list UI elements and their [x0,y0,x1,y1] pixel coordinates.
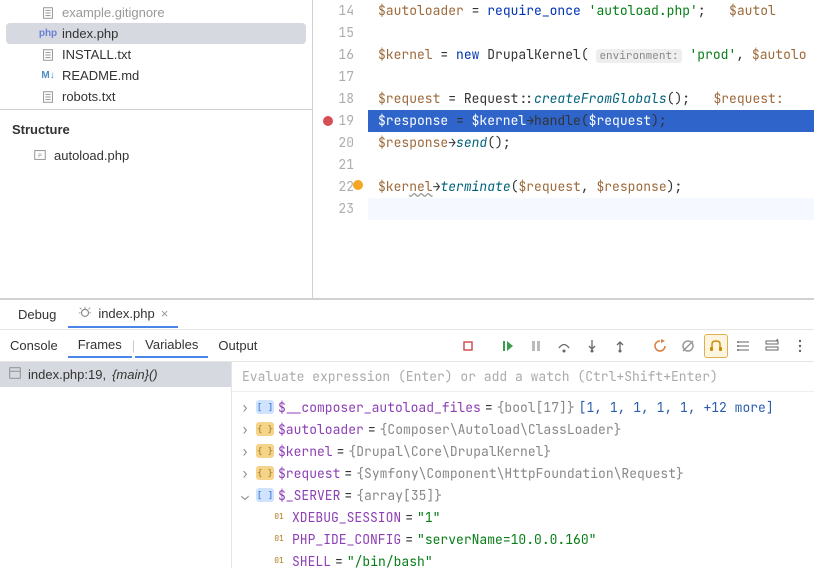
file-row[interactable]: INSTALL.txt [0,44,312,65]
step-over-button[interactable] [552,334,576,358]
file-name: robots.txt [62,89,115,104]
type-badge: [ ] [256,400,274,414]
file-name: example.gitignore [62,5,165,20]
text-file-icon [40,47,56,63]
expand-arrow-icon[interactable]: ⌄ [238,487,252,504]
php-file-icon: P [32,147,48,163]
variable-child-row[interactable]: 01 XDEBUG_SESSION = "1" [232,506,814,528]
view-breakpoints-button[interactable] [732,334,756,358]
evaluate-expression-input[interactable]: Evaluate expression (Enter) or add a wat… [232,362,814,392]
code-line [368,22,814,44]
more-button[interactable] [788,334,812,358]
code-line: $response→send(); [368,132,814,154]
debug-panel-tab[interactable]: Debug [8,303,66,326]
close-icon[interactable]: × [161,306,169,321]
type-badge: { } [256,422,274,436]
frame-function: {main}() [112,367,158,382]
text-file-icon [40,89,56,105]
code-editor[interactable]: 14151617181920212223 $autoloader = requi… [313,0,814,298]
expand-arrow-icon[interactable]: › [238,443,252,460]
pause-button[interactable] [524,334,548,358]
text-file-icon [40,5,56,21]
scalar-badge: 01 [270,554,288,568]
structure-item[interactable]: P autoload.php [12,145,300,165]
subtab-frames[interactable]: Frames [68,333,132,358]
variable-row[interactable]: ›{ } $request = {Symfony\Component\HttpF… [232,462,814,484]
expand-arrow-icon[interactable]: › [238,399,252,416]
structure-title: Structure [12,118,300,145]
step-into-button[interactable] [580,334,604,358]
file-row[interactable]: robots.txt [0,86,312,107]
listen-debug-button[interactable] [704,334,728,358]
code-line: $request = Request::createFromGlobals();… [368,88,814,110]
gutter: 14151617181920212223 [313,0,368,298]
type-badge: { } [256,444,274,458]
scalar-badge: 01 [270,532,288,546]
scalar-badge: 01 [270,510,288,524]
stop-button[interactable] [456,334,480,358]
code-line [368,198,814,220]
debug-session-tab[interactable]: index.php × [68,301,178,328]
markdown-icon: M↓ [40,68,56,84]
mute-breakpoints-button[interactable] [676,334,700,358]
variable-child-row[interactable]: 01 PHP_IDE_CONFIG = "serverName=10.0.0.1… [232,528,814,550]
frame-icon [8,366,22,383]
code-line: $response = $kernel→handle($request); [368,110,814,132]
expand-arrow-icon[interactable]: › [238,465,252,482]
resume-button[interactable] [496,334,520,358]
settings-button[interactable] [760,334,784,358]
type-badge: { } [256,466,274,480]
variable-row[interactable]: ›[ ] $__composer_autoload_files = {bool[… [232,396,814,418]
variable-row[interactable]: ›{ } $autoloader = {Composer\Autoload\Cl… [232,418,814,440]
file-name: INSTALL.txt [62,47,131,62]
expand-arrow-icon[interactable]: › [238,421,252,438]
bug-icon [78,305,92,322]
step-out-button[interactable] [608,334,632,358]
file-row[interactable]: php index.php [6,23,306,44]
variable-row[interactable]: ›{ } $kernel = {Drupal\Core\DrupalKernel… [232,440,814,462]
php-icon: php [40,26,56,42]
code-line: $autoloader = require_once 'autoload.php… [368,0,814,22]
frame-row[interactable]: index.php:19, {main}() [0,362,231,387]
code-line: $kernel→terminate($request, $response); [368,176,814,198]
file-name: index.php [62,26,118,41]
variable-row[interactable]: ⌄[ ] $_SERVER = {array[35]} [232,484,814,506]
code-line [368,66,814,88]
frame-location: index.php:19, [28,367,106,382]
file-row[interactable]: M↓ README.md [0,65,312,86]
structure-item-label: autoload.php [54,148,129,163]
session-tab-label: index.php [98,306,154,321]
subtab-console[interactable]: Console [0,334,68,357]
subtab-variables[interactable]: Variables [135,333,208,358]
svg-text:P: P [38,154,42,160]
variable-child-row[interactable]: 01 SHELL = "/bin/bash" [232,550,814,568]
file-name: README.md [62,68,139,83]
variables-tree: ›[ ] $__composer_autoload_files = {bool[… [232,392,814,568]
subtab-output[interactable]: Output [208,334,267,357]
code-line: $kernel = new DrupalKernel( environment:… [368,44,814,66]
file-tree: example.gitignore php index.php INSTALL.txt… [0,0,312,109]
type-badge: [ ] [256,488,274,502]
rerun-button[interactable] [648,334,672,358]
file-row[interactable]: example.gitignore [0,2,312,23]
code-line [368,154,814,176]
code-lines: $autoloader = require_once 'autoload.php… [368,0,814,298]
